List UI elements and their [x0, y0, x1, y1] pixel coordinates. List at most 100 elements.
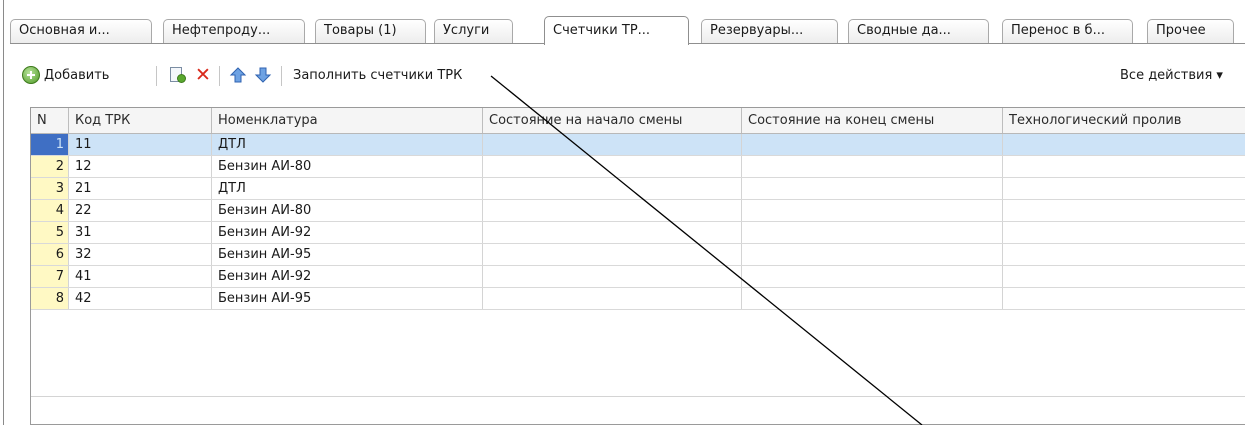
- table-row[interactable]: 7 41 Бензин АИ-92: [31, 266, 1245, 288]
- pump-code-cell[interactable]: 31: [69, 222, 212, 243]
- toolbar-separator: [219, 66, 220, 86]
- nomenclature-cell[interactable]: ДТЛ: [212, 134, 483, 155]
- column-header-start-state[interactable]: Состояние на начало смены: [483, 108, 742, 133]
- delete-button[interactable]: ✕: [194, 63, 212, 87]
- row-number: 4: [31, 200, 69, 221]
- tab-label: Товары (1): [324, 23, 397, 38]
- end-state-cell[interactable]: [742, 244, 1003, 265]
- table-row[interactable]: 8 42 Бензин АИ-95: [31, 288, 1245, 310]
- table-row[interactable]: 2 12 Бензин АИ-80: [31, 156, 1245, 178]
- tech-spill-cell[interactable]: [1003, 222, 1245, 243]
- table-row[interactable]: 6 32 Бензин АИ-95: [31, 244, 1245, 266]
- tab-label: Прочее: [1156, 23, 1206, 38]
- add-icon: [22, 66, 40, 84]
- fill-counters-button[interactable]: Заполнить счетчики ТРК: [293, 63, 462, 87]
- tab-label: Счетчики ТР...: [553, 23, 651, 38]
- column-header-pump-code[interactable]: Код ТРК: [69, 108, 212, 133]
- nomenclature-cell[interactable]: Бензин АИ-92: [212, 222, 483, 243]
- tab-label: Услуги: [443, 23, 490, 38]
- end-state-cell[interactable]: [742, 222, 1003, 243]
- row-number: 2: [31, 156, 69, 177]
- table-footer-line: [31, 396, 1245, 397]
- row-number: 8: [31, 288, 69, 309]
- copy-icon: [168, 66, 186, 84]
- tab-goods[interactable]: Товары (1): [315, 19, 426, 44]
- end-state-cell[interactable]: [742, 288, 1003, 309]
- end-state-cell[interactable]: [742, 178, 1003, 199]
- add-label: Добавить: [44, 67, 110, 83]
- end-state-cell[interactable]: [742, 134, 1003, 155]
- pump-code-cell[interactable]: 11: [69, 134, 212, 155]
- start-state-cell[interactable]: [483, 266, 742, 287]
- start-state-cell[interactable]: [483, 288, 742, 309]
- row-number: 5: [31, 222, 69, 243]
- all-actions-menu[interactable]: Все действия ▾: [1120, 63, 1223, 87]
- row-number: 6: [31, 244, 69, 265]
- column-header-end-state[interactable]: Состояние на конец смены: [742, 108, 1003, 133]
- copy-button[interactable]: [168, 63, 186, 87]
- nomenclature-cell[interactable]: Бензин АИ-95: [212, 244, 483, 265]
- tab-summary[interactable]: Сводные да...: [848, 19, 989, 44]
- column-header-n[interactable]: N: [31, 108, 69, 133]
- end-state-cell[interactable]: [742, 200, 1003, 221]
- tab-label: Перенос в б...: [1011, 23, 1105, 38]
- fill-counters-label: Заполнить счетчики ТРК: [293, 67, 463, 83]
- end-state-cell[interactable]: [742, 156, 1003, 177]
- tech-spill-cell[interactable]: [1003, 134, 1245, 155]
- row-number: 7: [31, 266, 69, 287]
- nomenclature-cell[interactable]: Бензин АИ-92: [212, 266, 483, 287]
- tab-label: Резервуары...: [710, 23, 804, 38]
- start-state-cell[interactable]: [483, 222, 742, 243]
- tech-spill-cell[interactable]: [1003, 200, 1245, 221]
- tech-spill-cell[interactable]: [1003, 244, 1245, 265]
- move-down-button[interactable]: [254, 63, 272, 87]
- toolbar-separator: [156, 66, 157, 86]
- nomenclature-cell[interactable]: ДТЛ: [212, 178, 483, 199]
- tech-spill-cell[interactable]: [1003, 266, 1245, 287]
- all-actions-label: Все действия ▾: [1120, 67, 1223, 83]
- row-number: 3: [31, 178, 69, 199]
- tab-other[interactable]: Прочее: [1147, 19, 1234, 44]
- tech-spill-cell[interactable]: [1003, 178, 1245, 199]
- tab-bar: Основная и... Нефтепроду... Товары (1) У…: [10, 16, 1245, 45]
- table-row[interactable]: 5 31 Бензин АИ-92: [31, 222, 1245, 244]
- arrow-down-icon: [254, 67, 272, 83]
- pump-code-cell[interactable]: 12: [69, 156, 212, 177]
- add-button[interactable]: Добавить: [22, 63, 109, 87]
- tab-services[interactable]: Услуги: [434, 19, 513, 44]
- tab-petroleum[interactable]: Нефтепроду...: [163, 19, 305, 44]
- start-state-cell[interactable]: [483, 156, 742, 177]
- table-header: N Код ТРК Номенклатура Состояние на нача…: [31, 108, 1245, 134]
- tab-label: Основная и...: [19, 23, 110, 38]
- nomenclature-cell[interactable]: Бензин АИ-80: [212, 156, 483, 177]
- pump-code-cell[interactable]: 41: [69, 266, 212, 287]
- column-header-tech-spill[interactable]: Технологический пролив: [1003, 108, 1245, 133]
- table-row[interactable]: 1 11 ДТЛ: [31, 134, 1245, 156]
- tab-main-info[interactable]: Основная и...: [10, 19, 152, 44]
- tech-spill-cell[interactable]: [1003, 156, 1245, 177]
- nomenclature-cell[interactable]: Бензин АИ-80: [212, 200, 483, 221]
- table-row[interactable]: 4 22 Бензин АИ-80: [31, 200, 1245, 222]
- end-state-cell[interactable]: [742, 266, 1003, 287]
- pump-code-cell[interactable]: 32: [69, 244, 212, 265]
- table-row[interactable]: 3 21 ДТЛ: [31, 178, 1245, 200]
- tab-label: Нефтепроду...: [172, 23, 271, 38]
- tab-tanks[interactable]: Резервуары...: [701, 19, 838, 44]
- tab-pump-counters[interactable]: Счетчики ТР...: [544, 16, 689, 45]
- nomenclature-cell[interactable]: Бензин АИ-95: [212, 288, 483, 309]
- column-header-nomenclature[interactable]: Номенклатура: [212, 108, 483, 133]
- tab-transfer[interactable]: Перенос в б...: [1002, 19, 1133, 44]
- tech-spill-cell[interactable]: [1003, 288, 1245, 309]
- start-state-cell[interactable]: [483, 134, 742, 155]
- move-up-button[interactable]: [229, 63, 247, 87]
- start-state-cell[interactable]: [483, 244, 742, 265]
- pump-code-cell[interactable]: 42: [69, 288, 212, 309]
- start-state-cell[interactable]: [483, 178, 742, 199]
- arrow-up-icon: [229, 67, 247, 83]
- pump-code-cell[interactable]: 22: [69, 200, 212, 221]
- start-state-cell[interactable]: [483, 200, 742, 221]
- document-form: Основная и... Нефтепроду... Товары (1) У…: [3, 0, 1245, 425]
- tab-label: Сводные да...: [857, 23, 951, 38]
- pump-code-cell[interactable]: 21: [69, 178, 212, 199]
- toolbar-separator: [281, 66, 282, 86]
